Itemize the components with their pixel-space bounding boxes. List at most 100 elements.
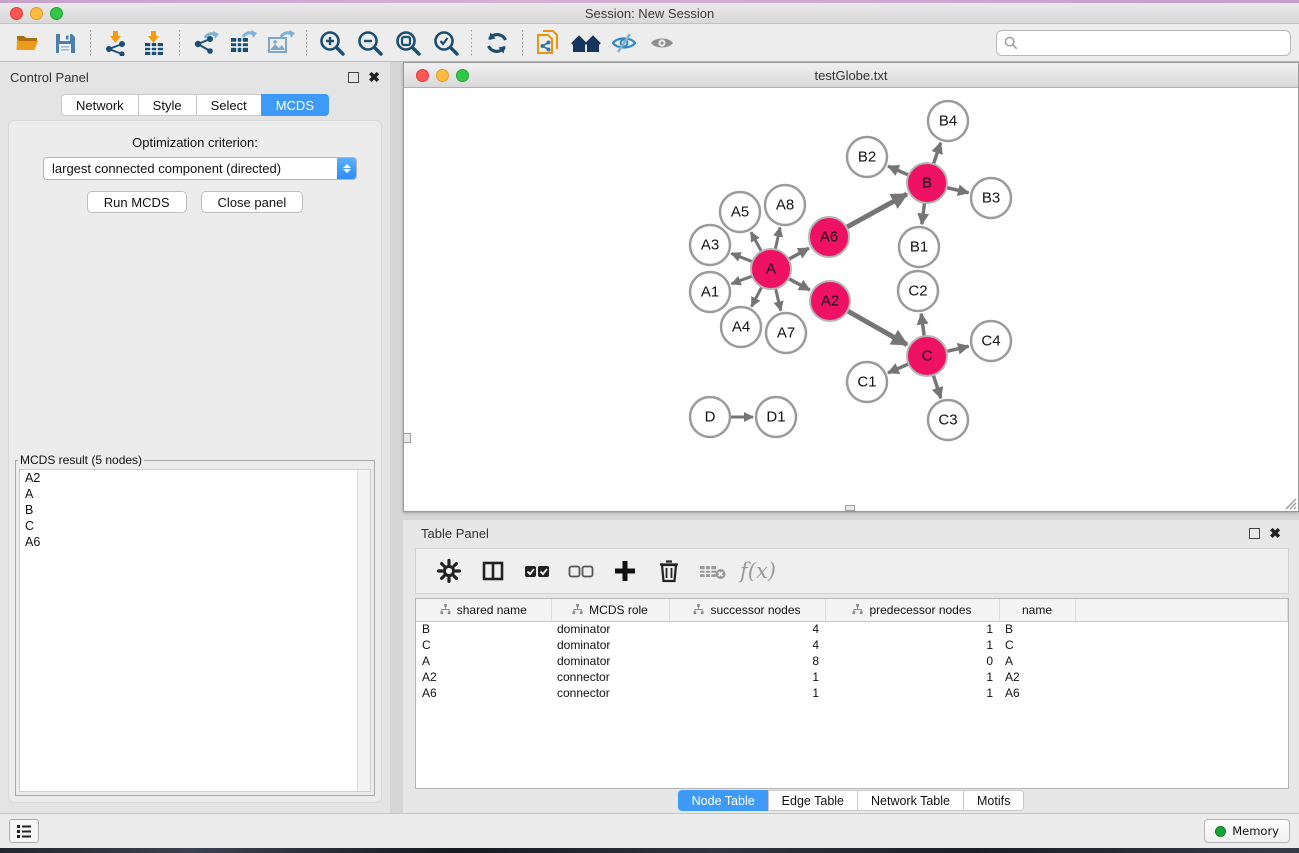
search-box[interactable] [996,30,1291,56]
first-neighbors-button[interactable] [567,27,605,59]
eye-icon [648,31,676,55]
refresh-layout-button[interactable] [478,27,516,59]
graph-edge-A-A7[interactable] [776,288,781,310]
network-graph[interactable]: B4B2BB3A8A5A6A3B1AA1C2A2A4A7C4CC1DD1C3 [404,88,1298,511]
list-item[interactable]: A6 [20,534,370,550]
close-panel-icon[interactable]: ✖ [1269,528,1281,539]
mcds-panel-body: Optimization criterion: largest connecte… [8,120,382,803]
column-type-icon [693,604,704,615]
unselect-all-columns-button[interactable] [564,554,598,588]
run-mcds-button[interactable]: Run MCDS [87,191,187,213]
delete-table-button[interactable] [696,554,730,588]
function-builder-button[interactable]: f(x) [740,554,776,588]
float-panel-icon[interactable] [1249,528,1260,539]
mcds-result-title: MCDS result (5 nodes) [18,453,144,467]
export-network-button[interactable] [186,27,224,59]
tab-edge-table[interactable]: Edge Table [768,790,857,811]
mcds-result-list[interactable]: A2 A B C A6 [19,469,371,792]
graph-edge-C-C3[interactable] [933,375,941,398]
table-row[interactable]: Bdominator41B [416,621,1288,637]
graph-edge-A-A4[interactable] [752,287,762,307]
create-column-button[interactable] [608,554,642,588]
scrollbar-track[interactable] [357,470,370,791]
float-panel-icon[interactable] [348,72,359,83]
graph-edge-A-A1[interactable] [732,276,753,284]
graph-edge-B-B4[interactable] [933,143,940,164]
zoom-selected-button[interactable] [427,27,465,59]
control-panel-title: Control Panel [10,70,89,85]
tab-network[interactable]: Network [61,94,138,116]
columns-icon [481,559,505,583]
column-header-predecessor-nodes[interactable]: predecessor nodes [825,599,999,621]
resize-grip-icon[interactable] [1283,496,1297,510]
zoom-in-button[interactable] [313,27,351,59]
export-image-button[interactable] [262,27,300,59]
show-all-button[interactable] [643,27,681,59]
column-header-successor-nodes[interactable]: successor nodes [669,599,825,621]
table-panel-title: Table Panel [421,526,489,541]
graph-edge-C-C4[interactable] [946,346,968,351]
delete-column-button[interactable] [652,554,686,588]
list-item[interactable]: B [20,502,370,518]
status-bar: Memory [0,813,1299,848]
criterion-select[interactable]: largest connected component (directed) [43,157,357,180]
zoom-fit-button[interactable] [389,27,427,59]
list-item[interactable]: A2 [20,470,370,486]
birdseye-handle-bottom[interactable] [845,505,855,511]
new-network-from-selection-button[interactable] [529,27,567,59]
search-icon [1004,36,1018,50]
open-session-button[interactable] [8,27,46,59]
column-header-shared-name[interactable]: shared name [416,599,551,621]
import-table-button[interactable] [135,27,173,59]
search-input[interactable] [1018,36,1283,50]
list-item[interactable]: A [20,486,370,502]
table-row[interactable]: A6connector11A6 [416,685,1288,701]
list-item[interactable]: C [20,518,370,534]
birdseye-handle-left[interactable] [404,433,411,443]
zoom-out-icon [356,29,384,57]
save-session-button[interactable] [46,27,84,59]
network-canvas[interactable]: B4B2BB3A8A5A6A3B1AA1C2A2A4A7C4CC1DD1C3 [404,88,1298,511]
graph-node-label-B: B [922,175,932,192]
table-row[interactable]: A2connector11A2 [416,669,1288,685]
select-all-columns-button[interactable] [520,554,554,588]
hide-selected-button[interactable] [605,27,643,59]
memory-button[interactable]: Memory [1204,819,1290,843]
network-window-titlebar[interactable]: testGlobe.txt [404,63,1298,88]
graph-node-label-B2: B2 [858,149,876,166]
column-header-name[interactable]: name [999,599,1075,621]
show-tasks-button[interactable] [9,819,39,843]
table-settings-button[interactable] [432,554,466,588]
graph-edge-A-A3[interactable] [731,253,752,261]
column-header-mcds-role[interactable]: MCDS role [551,599,669,621]
close-panel-icon[interactable]: ✖ [368,72,380,83]
control-panel: Control Panel ✖ Network Style Select MCD… [0,62,390,813]
table-row[interactable]: Cdominator41C [416,637,1288,653]
export-table-button[interactable] [224,27,262,59]
graph-edge-A-A5[interactable] [751,232,761,251]
graph-edge-C-C2[interactable] [921,314,924,336]
close-panel-button[interactable]: Close panel [201,191,304,213]
task-list-icon [16,824,32,838]
graph-edge-A-A8[interactable] [775,227,780,249]
zoom-fit-icon [394,29,422,57]
zoom-out-button[interactable] [351,27,389,59]
tab-node-table[interactable]: Node Table [678,790,768,811]
graph-edge-B-B1[interactable] [922,203,925,224]
graph-edge-B-B2[interactable] [888,166,909,175]
import-network-button[interactable] [97,27,135,59]
graph-node-label-A8: A8 [776,197,794,214]
graph-edge-A2-C[interactable] [847,311,907,345]
graph-edge-C-C1[interactable] [888,364,909,373]
graph-edge-B-B3[interactable] [946,188,968,193]
show-column-button[interactable] [476,554,510,588]
graph-edge-A6-B[interactable] [847,194,907,227]
graph-edge-A-A2[interactable] [789,279,810,290]
tab-select[interactable]: Select [196,94,261,116]
tab-network-table[interactable]: Network Table [857,790,963,811]
table-row[interactable]: Adominator80A [416,653,1288,669]
tab-style[interactable]: Style [138,94,196,116]
tab-mcds[interactable]: MCDS [261,94,329,116]
graph-edge-A-A6[interactable] [789,248,809,259]
tab-motifs[interactable]: Motifs [963,790,1024,811]
